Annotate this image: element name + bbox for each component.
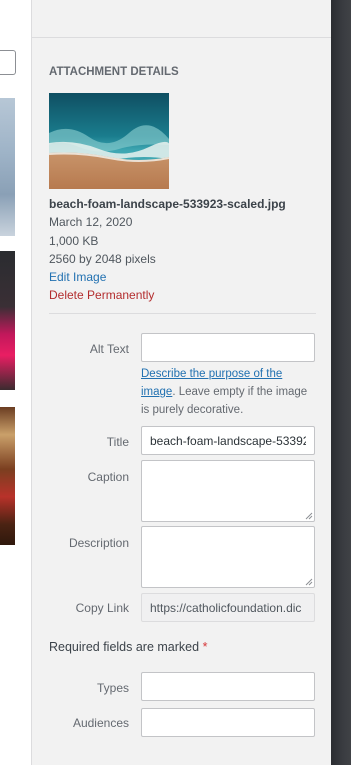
details-divider: [49, 313, 316, 314]
media-search-input[interactable]: [0, 50, 16, 75]
edit-image-link[interactable]: Edit Image: [49, 270, 106, 284]
copy-link-input[interactable]: [141, 593, 315, 622]
required-note-text: Required fields are marked: [49, 640, 200, 654]
modal-backdrop-edge: [331, 0, 351, 765]
resize-handle-icon[interactable]: [305, 578, 313, 586]
alt-text-input[interactable]: [141, 333, 315, 362]
types-input[interactable]: [141, 672, 315, 701]
attachment-dimensions: 2560 by 2048 pixels: [49, 252, 156, 266]
media-thumbnail[interactable]: [0, 98, 15, 236]
required-fields-note: Required fields are marked *: [49, 640, 207, 654]
types-label: Types: [96, 681, 129, 695]
attachment-filename: beach-foam-landscape-533923-scaled.jpg: [49, 197, 286, 211]
media-thumbnail[interactable]: [0, 251, 15, 390]
caption-textarea[interactable]: [141, 460, 315, 522]
sidebar-divider: [32, 37, 332, 38]
delete-permanently-link[interactable]: Delete Permanently: [49, 288, 154, 302]
audiences-input[interactable]: [141, 708, 315, 737]
copy-link-label: Copy Link: [75, 601, 129, 615]
attachment-upload-date: March 12, 2020: [49, 215, 133, 229]
description-label: Description: [68, 536, 129, 550]
title-input[interactable]: [141, 426, 315, 455]
media-thumbnail[interactable]: [0, 407, 15, 545]
required-asterisk: *: [202, 640, 208, 654]
caption-label: Caption: [87, 470, 129, 484]
alt-text-help: Describe the purpose of the image. Leave…: [141, 365, 317, 419]
alt-text-label: Alt Text: [89, 342, 129, 356]
section-title: ATTACHMENT DETAILS: [49, 66, 179, 78]
description-textarea[interactable]: [141, 526, 315, 588]
attachment-thumbnail[interactable]: [49, 93, 169, 189]
audiences-label: Audiences: [72, 716, 129, 730]
attachment-file-size: 1,000 KB: [49, 234, 99, 248]
resize-handle-icon[interactable]: [305, 512, 313, 520]
attachment-details-sidebar: ATTACHMENT DETAILS beach-foam-landscape-: [31, 0, 332, 765]
title-label: Title: [106, 435, 129, 449]
media-grid-strip: [0, 0, 31, 765]
